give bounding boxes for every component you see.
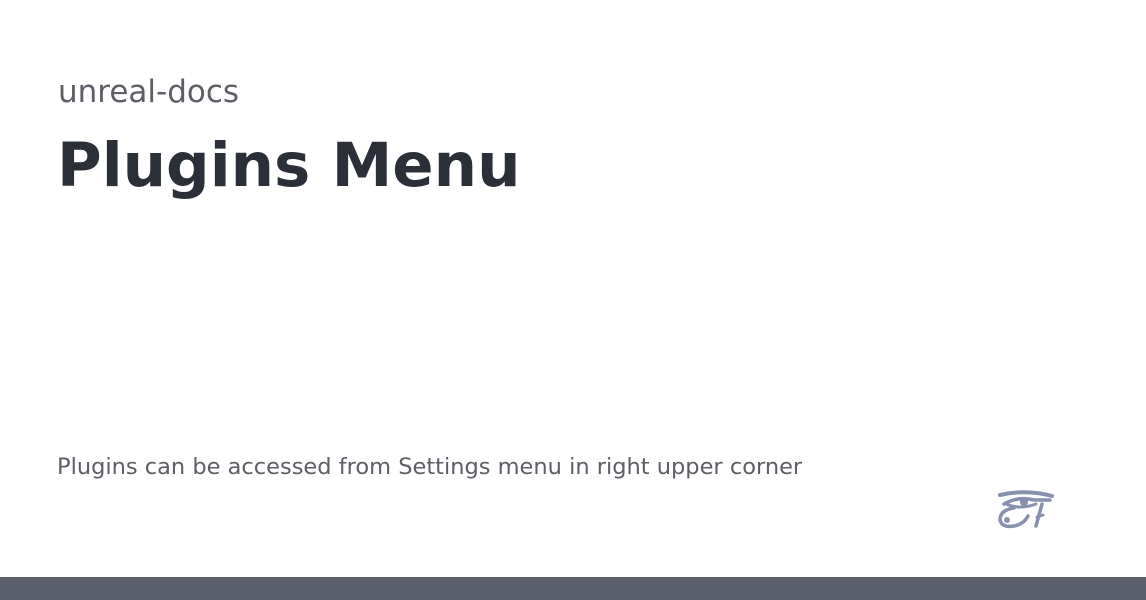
site-name: unreal-docs (58, 74, 240, 110)
social-card: unreal-docs Plugins Menu Plugins can be … (0, 0, 1146, 600)
footer-bar (0, 577, 1146, 600)
page-title: Plugins Menu (57, 130, 521, 201)
page-description: Plugins can be accessed from Settings me… (57, 454, 803, 480)
eye-of-horus-icon (998, 490, 1054, 529)
